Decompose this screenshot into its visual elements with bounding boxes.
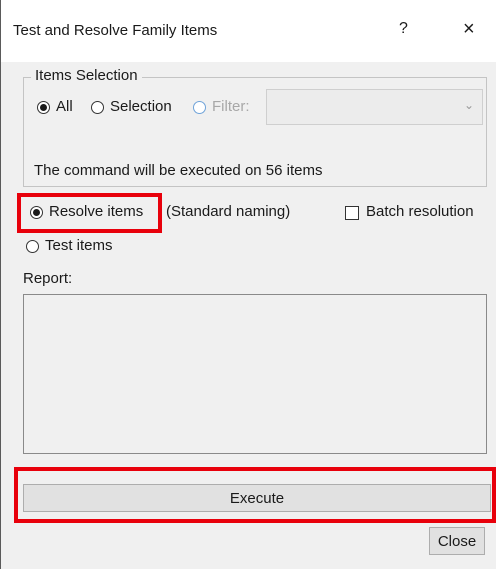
test-items-radio[interactable] xyxy=(26,240,39,253)
title-bar: Test and Resolve Family Items ? × xyxy=(1,0,496,62)
close-icon[interactable]: × xyxy=(463,18,475,41)
resolve-items-radio[interactable] xyxy=(30,206,43,219)
window-title: Test and Resolve Family Items xyxy=(13,22,218,39)
chevron-down-icon: ⌄ xyxy=(463,98,474,112)
filter-radio xyxy=(193,101,206,114)
filter-combo: ⌄ xyxy=(266,89,483,125)
dialog-window: Test and Resolve Family Items ? × Items … xyxy=(0,0,496,569)
test-items-label[interactable]: Test items xyxy=(45,237,113,254)
close-button[interactable]: Close xyxy=(429,527,485,555)
help-button[interactable]: ? xyxy=(399,20,408,38)
all-radio-label[interactable]: All xyxy=(56,98,73,115)
batch-resolution-checkbox[interactable] xyxy=(345,206,359,220)
items-selection-title: Items Selection xyxy=(31,67,142,84)
report-label: Report: xyxy=(23,270,73,287)
batch-resolution-label[interactable]: Batch resolution xyxy=(366,203,474,220)
naming-note: (Standard naming) xyxy=(166,203,291,220)
selection-radio[interactable] xyxy=(91,101,104,114)
all-radio[interactable] xyxy=(37,101,50,114)
selection-radio-label[interactable]: Selection xyxy=(110,98,172,115)
filter-radio-label: Filter: xyxy=(212,98,250,115)
resolve-items-label[interactable]: Resolve items xyxy=(49,203,143,220)
report-textarea[interactable] xyxy=(23,294,487,454)
items-count-status: The command will be executed on 56 items xyxy=(34,162,323,179)
execute-button[interactable]: Execute xyxy=(23,484,491,512)
